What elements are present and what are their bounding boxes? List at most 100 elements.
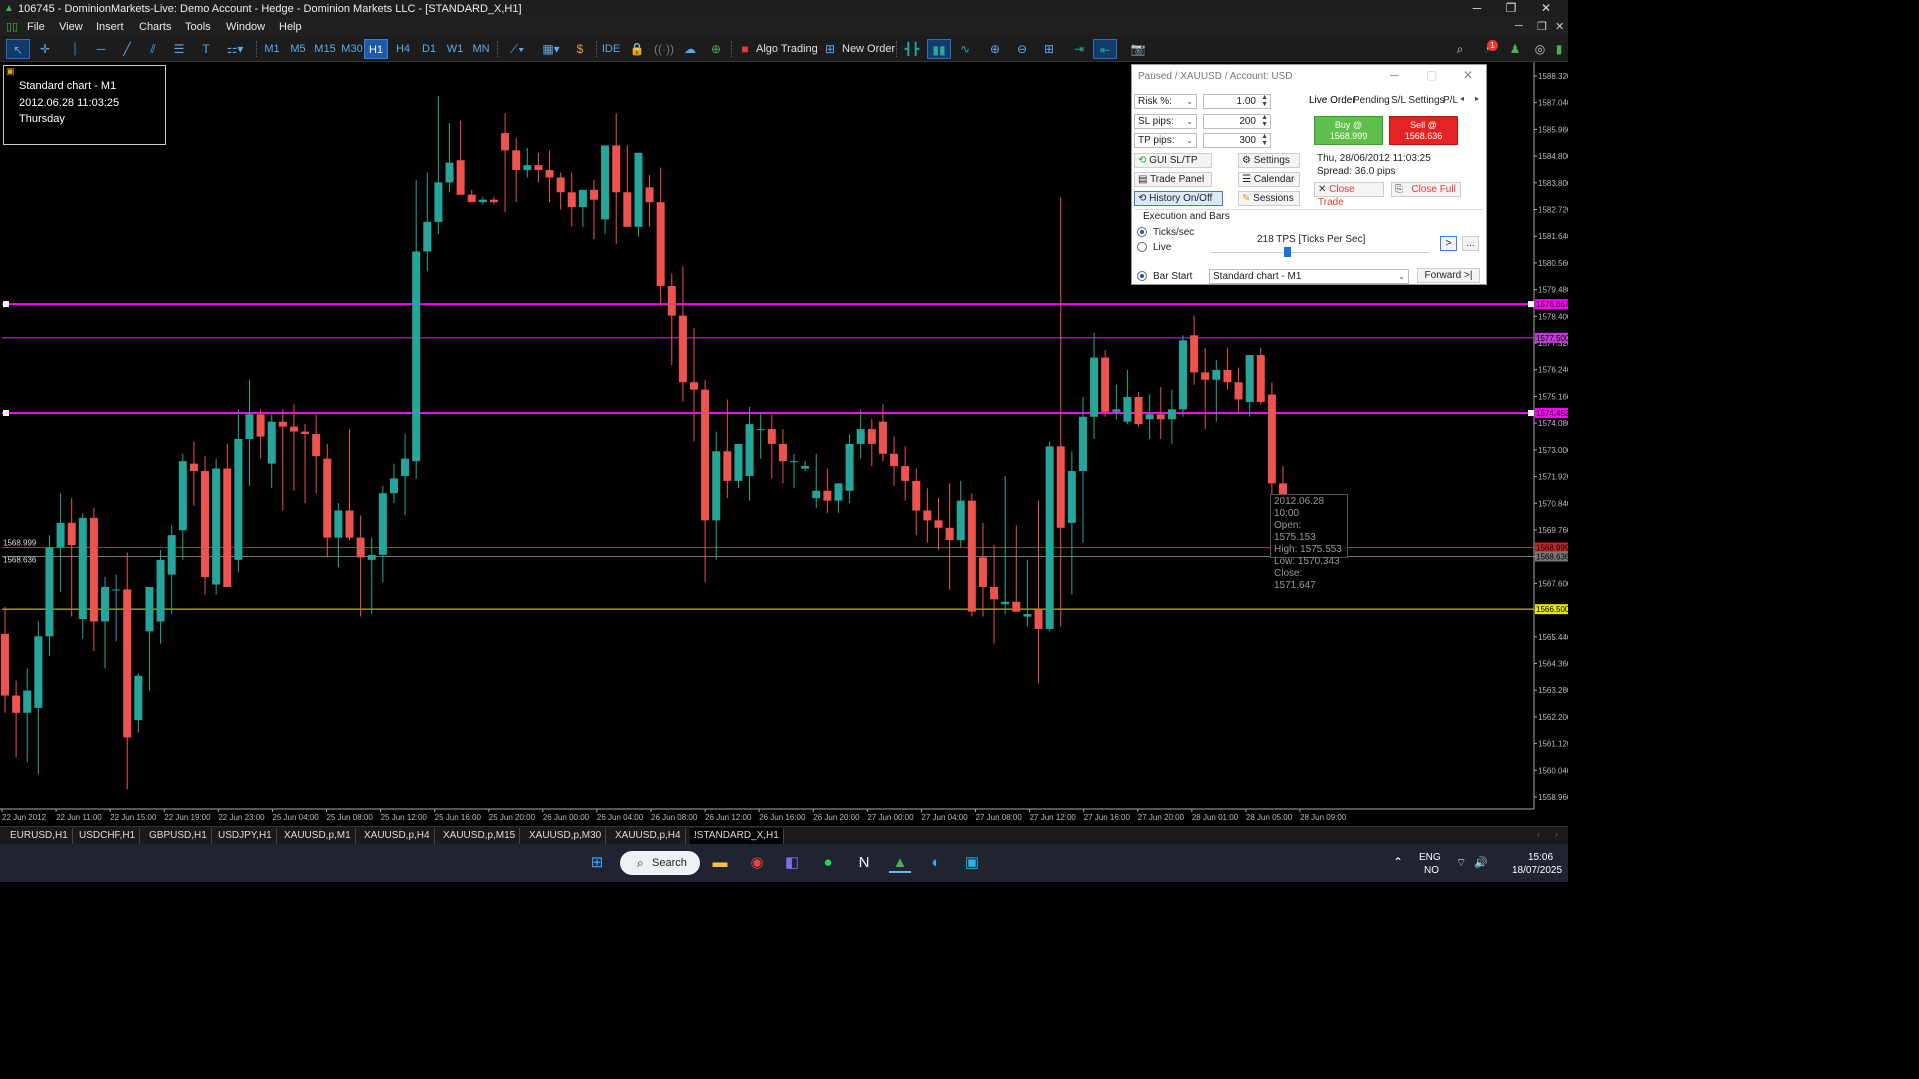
tp-input[interactable]: 300 ▲ ▼: [1203, 133, 1271, 148]
risk-select[interactable]: Risk %: ⌄: [1134, 94, 1197, 109]
candles-icon[interactable]: ▮▮: [927, 39, 951, 59]
close-trade-button[interactable]: ✕ Close Trade: [1314, 182, 1384, 208]
menu-tools[interactable]: Tools: [185, 21, 211, 33]
new-order-icon[interactable]: ⊞: [822, 39, 838, 59]
chart-tab[interactable]: XAUUSD,p,M1: [280, 828, 356, 844]
menu-help[interactable]: Help: [279, 21, 302, 33]
crosshair-icon[interactable]: ✛: [34, 39, 56, 59]
menu-window[interactable]: Window: [226, 21, 265, 33]
windows-start-icon[interactable]: ⊞: [586, 853, 608, 873]
more-button[interactable]: ...: [1462, 236, 1479, 251]
zoom-in-icon[interactable]: ⊕: [984, 39, 1006, 59]
panel-close-icon[interactable]: ✕: [1463, 68, 1473, 82]
speed-slider-track[interactable]: [1210, 252, 1430, 253]
app-icon[interactable]: ◧: [781, 853, 803, 873]
minimize-button[interactable]: ─: [1462, 1, 1492, 15]
trendline-icon[interactable]: ╱: [116, 39, 138, 59]
tab-pl[interactable]: P/L: [1443, 95, 1458, 106]
file-explorer-icon[interactable]: ▬: [709, 853, 731, 873]
sl-input[interactable]: 200 ▲ ▼: [1203, 114, 1271, 129]
sessions-button[interactable]: ✎ Sessions: [1238, 191, 1300, 206]
close-button[interactable]: ✕: [1531, 1, 1561, 15]
notion-icon[interactable]: N: [853, 853, 875, 873]
globe-icon[interactable]: ⊕: [706, 39, 726, 59]
menu-insert[interactable]: Insert: [96, 21, 124, 33]
calendar-button[interactable]: ☰ Calendar: [1238, 172, 1300, 187]
live-radio[interactable]: [1137, 242, 1147, 252]
market-icon[interactable]: 🔒: [627, 39, 647, 59]
text-icon[interactable]: T: [195, 39, 217, 59]
sell-button[interactable]: Sell @ 1568.636: [1389, 116, 1458, 145]
sl-select[interactable]: SL pips: ⌄: [1134, 114, 1197, 129]
chart-tab[interactable]: XAUUSD,p,M30: [525, 828, 607, 844]
clock-time[interactable]: 15:06: [1528, 852, 1553, 863]
menu-view[interactable]: View: [59, 21, 83, 33]
dollar-icon[interactable]: $: [570, 39, 590, 59]
templates-icon[interactable]: ▦▾: [536, 39, 566, 59]
tab-sl-settings[interactable]: S/L Settings: [1391, 95, 1445, 106]
risk-input[interactable]: 1.00 ▲ ▼: [1203, 94, 1271, 109]
tabs-left-icon[interactable]: ‹: [1537, 829, 1540, 839]
vertical-line-icon[interactable]: ⏐: [64, 39, 86, 59]
tray-chevron-icon[interactable]: ⌃: [1393, 855, 1403, 869]
history-toggle-button[interactable]: ⟲ History On/Off: [1134, 191, 1223, 206]
tp-select[interactable]: TP pips: ⌄: [1134, 133, 1197, 148]
chart-tab-active[interactable]: !STANDARD_X,H1: [690, 828, 784, 844]
search-icon[interactable]: ⌕: [1450, 39, 1470, 59]
mdi-restore-icon[interactable]: ❐: [1537, 20, 1547, 33]
gui-sltp-button[interactable]: ⟲ GUI SL/TP: [1134, 153, 1212, 168]
chart-tab[interactable]: USDCHF,H1: [75, 828, 141, 844]
indicators-icon[interactable]: ⟋▾: [503, 39, 531, 59]
tf-m30[interactable]: M30: [339, 39, 365, 59]
tabs-right-icon[interactable]: ›: [1555, 829, 1558, 839]
taskbar-search[interactable]: ⌕ Search: [620, 851, 700, 875]
chrome-icon[interactable]: ◉: [746, 853, 768, 873]
panel-minimize-icon[interactable]: ─: [1390, 68, 1399, 82]
tf-mn[interactable]: MN: [469, 39, 493, 59]
new-order-button[interactable]: New Order: [842, 39, 895, 59]
algo-trading-button[interactable]: Algo Trading: [756, 39, 818, 59]
tf-d1[interactable]: D1: [417, 39, 441, 59]
tf-m5[interactable]: M5: [286, 39, 310, 59]
horizontal-line-icon[interactable]: ─: [90, 39, 112, 59]
edge-icon[interactable]: ◐: [925, 853, 947, 873]
metatrader-icon[interactable]: ▲: [889, 853, 911, 873]
mdi-minimize-icon[interactable]: ─: [1515, 20, 1523, 32]
cursor-icon[interactable]: ↖: [6, 39, 30, 59]
tab-pending[interactable]: Pending: [1353, 95, 1390, 106]
zoom-out-icon[interactable]: ⊖: [1011, 39, 1033, 59]
account-icon[interactable]: ♟: [1505, 39, 1525, 59]
close-full-button[interactable]: ⎘ Close Full: [1391, 182, 1461, 197]
ide-button[interactable]: IDE: [599, 39, 623, 59]
lang-sub-label[interactable]: NO: [1424, 865, 1439, 876]
app2-icon[interactable]: ▣: [961, 853, 983, 873]
spinner-icon[interactable]: ▲ ▼: [1261, 133, 1268, 147]
algo-trading-icon[interactable]: ■: [738, 39, 752, 59]
community-icon[interactable]: ◎: [1530, 39, 1550, 59]
tf-h1[interactable]: H1: [364, 39, 388, 59]
tf-w1[interactable]: W1: [443, 39, 467, 59]
chart-tab[interactable]: XAUUSD,p,M15: [439, 828, 521, 844]
tab-scroll-right-icon[interactable]: ▸: [1475, 94, 1479, 103]
bar-chart-icon[interactable]: ┫┣: [901, 39, 923, 59]
spotify-icon[interactable]: ●: [817, 853, 839, 873]
spinner-icon[interactable]: ▲ ▼: [1261, 114, 1268, 128]
ticks-radio[interactable]: [1137, 227, 1147, 237]
buy-button[interactable]: Buy @ 1568.999: [1314, 116, 1383, 145]
wifi-icon[interactable]: ⌔: [1456, 856, 1466, 870]
tf-m1[interactable]: M1: [260, 39, 284, 59]
menu-file[interactable]: File: [27, 21, 45, 33]
chart-shift-icon[interactable]: ⇤: [1093, 39, 1117, 59]
menu-charts[interactable]: Charts: [139, 21, 171, 33]
chart-tab[interactable]: XAUUSD,p,H4: [611, 828, 686, 844]
chart-tab[interactable]: XAUUSD,p,H4: [360, 828, 435, 844]
chart-tab[interactable]: EURUSD,H1: [6, 828, 73, 844]
shapes-icon[interactable]: ⚏▾: [221, 39, 249, 59]
tab-live-order[interactable]: Live Order: [1309, 95, 1356, 106]
chart-tab[interactable]: USDJPY,H1: [214, 828, 277, 844]
tile-windows-icon[interactable]: ⊞: [1038, 39, 1060, 59]
autoscroll-icon[interactable]: ⇥: [1068, 39, 1090, 59]
vps-icon[interactable]: ☁: [680, 39, 700, 59]
restore-button[interactable]: ❐: [1496, 1, 1526, 15]
spinner-icon[interactable]: ▲ ▼: [1261, 94, 1268, 108]
